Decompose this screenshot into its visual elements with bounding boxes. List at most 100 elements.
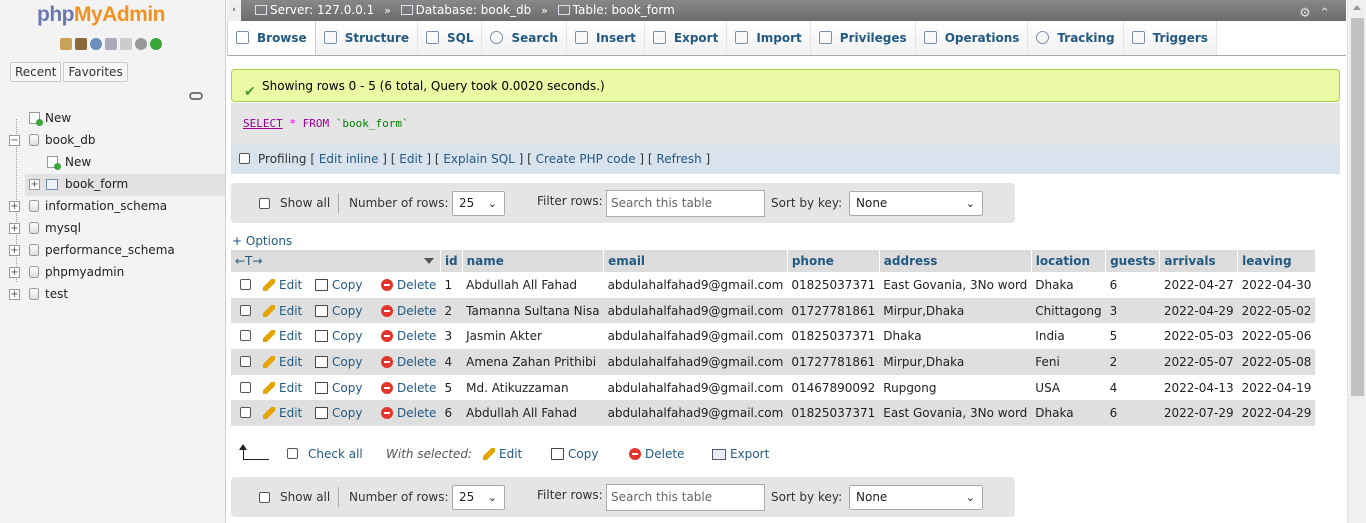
column-header-address[interactable]: address bbox=[879, 250, 1032, 272]
tab-insert[interactable]: Insert bbox=[566, 21, 645, 55]
row-delete-button[interactable]: Delete bbox=[381, 329, 436, 343]
cell-phone[interactable]: 01825037371 bbox=[787, 272, 880, 298]
home-icon[interactable] bbox=[60, 38, 72, 50]
cell-address[interactable]: Rupgong bbox=[879, 374, 1032, 401]
bulk-export-button[interactable]: Export bbox=[712, 444, 769, 464]
cell-email[interactable]: abdulahalfahad9@gmail.com bbox=[603, 272, 788, 298]
row-delete-button[interactable]: Delete bbox=[381, 406, 436, 420]
cell-address[interactable]: East Govania, 3No word bbox=[879, 400, 1032, 427]
tree-item-information-schema[interactable]: + information_schema bbox=[0, 196, 225, 218]
tab-browse[interactable]: Browse bbox=[227, 21, 316, 55]
filter-rows-input[interactable]: Search this table bbox=[606, 190, 765, 217]
row-copy-button[interactable]: Copy bbox=[315, 406, 373, 420]
options-link[interactable]: + Options bbox=[232, 234, 292, 248]
collapse-icon[interactable]: − bbox=[9, 135, 20, 146]
cell-name[interactable]: Abdullah All Fahad bbox=[462, 272, 604, 298]
row-copy-button[interactable]: Copy bbox=[315, 355, 373, 369]
number-of-rows-select[interactable]: 25 ⌄ bbox=[452, 191, 505, 216]
cell-leaving[interactable]: 2022-05-08 bbox=[1237, 349, 1316, 375]
cell-id[interactable]: 6 bbox=[440, 400, 463, 427]
cell-location[interactable]: Chittagong bbox=[1031, 297, 1106, 324]
row-copy-button[interactable]: Copy bbox=[315, 304, 373, 318]
column-header-id[interactable]: id bbox=[440, 250, 463, 272]
column-menu-icon[interactable] bbox=[423, 258, 434, 264]
tree-item-new-table[interactable]: New bbox=[0, 152, 225, 174]
recent-tab[interactable]: Recent bbox=[10, 62, 62, 82]
cell-phone[interactable]: 01727781861 bbox=[787, 297, 880, 324]
breadcrumb-table[interactable]: Table: book_form bbox=[557, 0, 675, 21]
row-edit-button[interactable]: Edit bbox=[263, 406, 315, 420]
cell-arrivals[interactable]: 2022-05-03 bbox=[1159, 323, 1238, 350]
expand-icon[interactable]: + bbox=[9, 245, 20, 256]
cell-guests[interactable]: 6 bbox=[1105, 272, 1160, 298]
row-edit-button[interactable]: Edit bbox=[263, 278, 315, 292]
expand-icon[interactable]: + bbox=[9, 267, 20, 278]
cell-leaving[interactable]: 2022-05-02 bbox=[1237, 297, 1316, 324]
row-delete-button[interactable]: Delete bbox=[381, 304, 436, 318]
scrollbar-thumb[interactable] bbox=[1351, 18, 1364, 396]
sql-query-box[interactable]: SELECT * FROM `book_form` bbox=[231, 103, 1340, 145]
tab-structure[interactable]: Structure bbox=[315, 21, 418, 55]
tab-operations[interactable]: Operations bbox=[915, 21, 1029, 55]
explain-sql-link[interactable]: Explain SQL bbox=[443, 152, 515, 166]
column-arrows[interactable]: ←T→ bbox=[235, 254, 262, 268]
cell-leaving[interactable]: 2022-05-06 bbox=[1237, 323, 1316, 350]
profiling-checkbox[interactable] bbox=[239, 153, 250, 164]
check-all-label[interactable]: Check all bbox=[308, 444, 363, 464]
scroll-up-icon[interactable] bbox=[1353, 5, 1361, 10]
cell-email[interactable]: abdulahalfahad9@gmail.com bbox=[603, 297, 788, 324]
link-icon[interactable] bbox=[189, 92, 203, 100]
row-checkbox[interactable] bbox=[240, 407, 251, 419]
row-edit-button[interactable]: Edit bbox=[263, 355, 315, 369]
cell-name[interactable]: Jasmin Akter bbox=[462, 323, 604, 350]
cell-arrivals[interactable]: 2022-05-07 bbox=[1159, 349, 1238, 375]
gear-icon[interactable] bbox=[135, 38, 147, 50]
cell-name[interactable]: Tamanna Sultana Nisa bbox=[462, 297, 604, 324]
cell-arrivals[interactable]: 2022-04-27 bbox=[1159, 272, 1238, 298]
tree-item-phpmyadmin[interactable]: + phpmyadmin bbox=[0, 262, 225, 284]
column-header-leaving[interactable]: leaving bbox=[1237, 250, 1316, 272]
docs-icon[interactable] bbox=[105, 38, 117, 50]
row-checkbox[interactable] bbox=[240, 304, 251, 316]
filter-rows-input[interactable]: Search this table bbox=[606, 484, 765, 511]
row-edit-button[interactable]: Edit bbox=[263, 381, 315, 395]
sql-select-keyword[interactable]: SELECT bbox=[243, 117, 283, 130]
tree-item-book-db[interactable]: − book_db bbox=[0, 130, 225, 152]
tree-item-book-form[interactable]: + book_form bbox=[25, 174, 225, 196]
row-copy-button[interactable]: Copy bbox=[315, 381, 373, 395]
cell-id[interactable]: 4 bbox=[440, 349, 463, 375]
tab-privileges[interactable]: Privileges bbox=[810, 21, 916, 55]
column-header-phone[interactable]: phone bbox=[787, 250, 880, 272]
cell-leaving[interactable]: 2022-04-29 bbox=[1237, 400, 1316, 427]
tree-item-test[interactable]: + test bbox=[0, 284, 225, 306]
cell-name[interactable]: Amena Zahan Prithibi bbox=[462, 349, 604, 375]
expand-icon[interactable]: + bbox=[9, 201, 20, 212]
cell-phone[interactable]: 01825037371 bbox=[787, 400, 880, 427]
tab-tracking[interactable]: Tracking bbox=[1028, 21, 1124, 55]
row-checkbox[interactable] bbox=[240, 278, 251, 290]
number-of-rows-select[interactable]: 25 ⌄ bbox=[452, 485, 505, 510]
bulk-delete-button[interactable]: Delete bbox=[629, 444, 684, 464]
column-header-arrivals[interactable]: arrivals bbox=[1159, 250, 1239, 272]
gear-icon[interactable]: ⚙ bbox=[1299, 6, 1311, 21]
cell-arrivals[interactable]: 2022-04-29 bbox=[1159, 297, 1238, 324]
cell-address[interactable]: East Govania, 3No word bbox=[879, 272, 1032, 298]
collapse-nav-icon[interactable]: ‹ bbox=[227, 0, 241, 21]
row-copy-button[interactable]: Copy bbox=[315, 278, 373, 292]
cell-name[interactable]: Md. Atikuzzaman bbox=[462, 374, 604, 401]
tree-item-mysql[interactable]: + mysql bbox=[0, 218, 225, 240]
cell-location[interactable]: USA bbox=[1031, 374, 1106, 401]
cell-address[interactable]: Dhaka bbox=[879, 323, 1032, 350]
cell-email[interactable]: abdulahalfahad9@gmail.com bbox=[603, 374, 788, 401]
cell-phone[interactable]: 01727781861 bbox=[787, 349, 880, 375]
create-php-code-link[interactable]: Create PHP code bbox=[536, 152, 636, 166]
collapse-icon[interactable]: ⌃ bbox=[1319, 6, 1330, 21]
tab-search[interactable]: Search bbox=[482, 21, 567, 55]
cell-email[interactable]: abdulahalfahad9@gmail.com bbox=[603, 349, 788, 375]
cell-phone[interactable]: 01467890092 bbox=[787, 374, 880, 401]
cell-address[interactable]: Mirpur,Dhaka bbox=[879, 297, 1032, 324]
sort-by-key-select[interactable]: None ⌄ bbox=[849, 485, 983, 510]
cell-id[interactable]: 1 bbox=[440, 272, 463, 298]
cell-location[interactable]: Dhaka bbox=[1031, 400, 1106, 427]
column-header-guests[interactable]: guests bbox=[1105, 250, 1161, 272]
